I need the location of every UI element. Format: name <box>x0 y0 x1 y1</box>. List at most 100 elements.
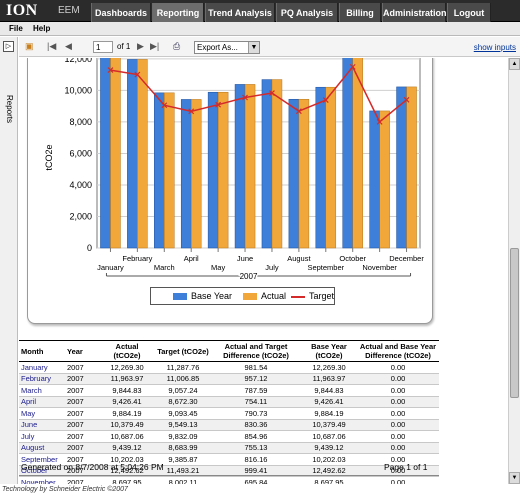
col-actual-target-diff-header: Actual and Target Difference (tCO2e) <box>211 340 301 362</box>
menu-file[interactable]: File <box>9 24 23 33</box>
page-count: of 1 <box>117 42 131 51</box>
table-cell: 9,426.41 <box>99 396 155 408</box>
report-viewer: 0 2,000 4,000 6,000 8,000 10,000 12,000 tCO2e Ja… <box>19 58 508 484</box>
table-row: November 2007 8,697.95 8,002.11 695.84 8,697.… <box>19 476 439 484</box>
export-as-select[interactable]: Export As... ▼ <box>194 41 260 54</box>
x-tick-label: April <box>184 254 199 263</box>
y-tick-label: 0 <box>87 243 92 253</box>
table-cell: 12,269.30 <box>301 361 357 374</box>
tab-logout[interactable]: Logout <box>447 3 491 22</box>
table-cell: 9,884.19 <box>301 407 357 420</box>
table-cell: 10,379.49 <box>301 419 357 431</box>
y-tick-label: 10,000 <box>64 85 92 95</box>
table-cell: 9,844.83 <box>301 384 357 397</box>
scroll-thumb[interactable] <box>510 248 519 398</box>
bar-base-year <box>261 79 273 249</box>
table-row: August 2007 9,439.12 8,683.99 755.13 9,439.12… <box>19 442 439 454</box>
table-cell: 8,697.95 <box>301 476 357 484</box>
table-cell: 830.36 <box>211 419 301 431</box>
export-as-label: Export As... <box>197 43 238 52</box>
open-folder-icon[interactable]: ▣ <box>25 41 34 52</box>
vertical-scrollbar[interactable]: ▲ ▼ <box>508 58 520 484</box>
product-name: EEM <box>58 5 80 16</box>
bar-base-year <box>396 86 407 249</box>
previous-page-icon[interactable]: ◀ <box>65 41 72 52</box>
menu-bar: File Help <box>0 22 520 36</box>
legend-swatch-target <box>291 296 305 298</box>
table-cell: 695.84 <box>211 476 301 484</box>
x-tick-label: May <box>211 263 225 272</box>
tab-billing[interactable]: Billing <box>339 3 381 22</box>
tab-administration[interactable]: Administration <box>382 3 447 22</box>
table-cell: 9,439.12 <box>301 442 357 454</box>
table-cell: 981.54 <box>211 361 301 374</box>
y-tick-label: 8,000 <box>69 117 92 127</box>
chart-legend: Base Year Actual Target <box>150 287 335 305</box>
table-cell: 9,057.24 <box>155 384 211 397</box>
tab-trend-analysis[interactable]: Trend Analysis <box>205 3 275 22</box>
table-cell: 0.00 <box>357 396 439 408</box>
table-cell: 9,426.41 <box>301 396 357 408</box>
table-cell: 12,269.30 <box>99 361 155 374</box>
bar-actual <box>190 99 202 249</box>
bar-actual <box>298 98 310 249</box>
table-cell: 755.13 <box>211 442 301 454</box>
first-page-icon[interactable]: |◀ <box>47 41 56 52</box>
menu-help[interactable]: Help <box>33 24 50 33</box>
table-cell: 11,963.97 <box>99 373 155 385</box>
bar-actual <box>352 58 363 249</box>
expand-panel-icon[interactable]: ▷ <box>3 41 14 52</box>
tab-reporting[interactable]: Reporting <box>152 3 204 22</box>
x-tick-label: February <box>122 254 152 263</box>
table-row: July 2007 10,687.06 9,832.09 854.96 10,687.06… <box>19 430 439 443</box>
table-cell: 787.59 <box>211 384 301 397</box>
scroll-up-icon[interactable]: ▲ <box>509 58 520 70</box>
bar-actual <box>244 84 256 249</box>
table-cell: November <box>19 476 65 484</box>
tab-dashboards[interactable]: Dashboards <box>91 3 151 22</box>
table-cell: 0.00 <box>357 430 439 443</box>
top-navigation-bar: ION EEM Dashboards Reporting Trend Analy… <box>0 0 520 22</box>
y-tick-label: 6,000 <box>69 148 92 158</box>
bar-actual <box>110 58 121 249</box>
table-cell: March <box>19 384 65 397</box>
tab-pq-analysis[interactable]: PQ Analysis <box>276 3 338 22</box>
next-page-icon[interactable]: ▶ <box>137 41 144 52</box>
bar-base-year <box>127 59 138 249</box>
bar-base-year <box>342 58 353 249</box>
reports-rail-label[interactable]: Reports <box>5 95 14 123</box>
table-cell: April <box>19 396 65 408</box>
y-axis-label: tCO2e <box>44 144 54 170</box>
bar-actual <box>325 86 337 249</box>
show-inputs-link[interactable]: show inputs <box>474 43 516 52</box>
table-cell: 9,844.83 <box>99 384 155 397</box>
table-cell: 9,093.45 <box>155 407 211 420</box>
table-cell: 11,287.76 <box>155 361 211 374</box>
table-cell: 8,697.95 <box>99 476 155 484</box>
table-cell: 9,832.09 <box>155 430 211 443</box>
table-row: January 2007 12,269.30 11,287.76 981.54 12,26… <box>19 361 439 374</box>
table-cell: 0.00 <box>357 407 439 420</box>
bar-base-year <box>369 110 380 249</box>
print-icon[interactable]: ⎙ <box>173 41 180 52</box>
scroll-down-icon[interactable]: ▼ <box>509 472 520 484</box>
table-row: March 2007 9,844.83 9,057.24 787.59 9,844.83 0… <box>19 384 439 397</box>
table-cell: 2007 <box>65 396 99 408</box>
col-actual-header: Actual (tCO2e) <box>99 340 155 362</box>
page-number-input[interactable] <box>93 41 113 53</box>
legend-swatch-base-year <box>173 293 187 300</box>
table-cell: 0.00 <box>357 442 439 454</box>
x-tick-label: September <box>307 263 344 272</box>
table-cell: 10,687.06 <box>301 430 357 443</box>
table-cell: 0.00 <box>357 373 439 385</box>
chevron-down-icon: ▼ <box>248 42 259 53</box>
table-row: June 2007 10,379.49 9,549.13 830.36 10,379.49… <box>19 419 439 431</box>
last-page-icon[interactable]: ▶| <box>150 41 159 52</box>
y-tick-label: 4,000 <box>69 180 92 190</box>
table-cell: 0.00 <box>357 419 439 431</box>
bar-base-year <box>180 99 192 249</box>
table-cell: July <box>19 430 65 443</box>
reports-side-rail: ▷ Reports <box>0 37 18 484</box>
table-cell: 754.11 <box>211 396 301 408</box>
table-cell: 2007 <box>65 373 99 385</box>
